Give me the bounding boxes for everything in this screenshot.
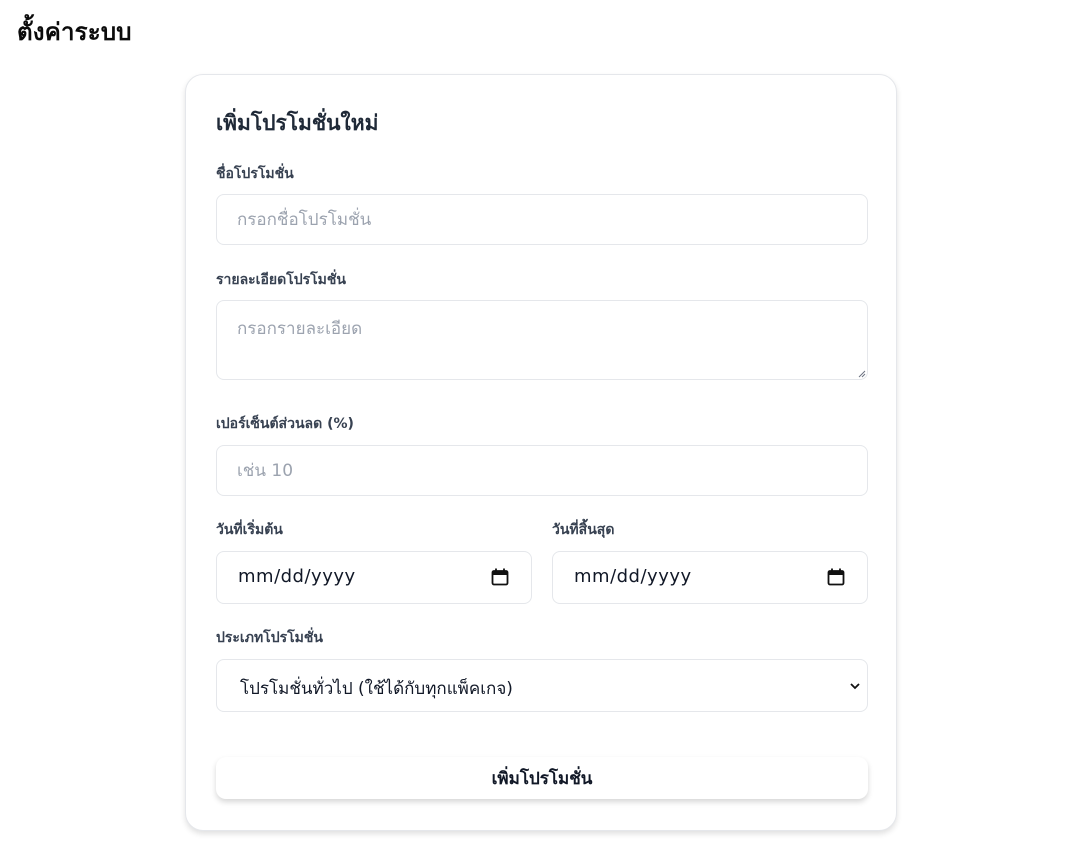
chevron-down-icon (850, 683, 860, 690)
promotion-type-select[interactable]: โปรโมชั่นทั่วไป (ใช้ได้กับทุกแพ็คเกจ) (216, 659, 868, 712)
resize-grip-icon[interactable] (858, 370, 866, 378)
discount-percent-label: เปอร์เซ็นต์ส่วนลด (%) (216, 416, 354, 432)
add-promotion-button[interactable]: เพิ่มโปรโมชั่น (216, 757, 868, 799)
add-promotion-card: เพิ่มโปรโมชั่นใหม่ ชื่อโปรโมชั่น รายละเอ… (185, 74, 897, 831)
end-date-input[interactable]: mm/dd/yyyy (552, 551, 868, 604)
end-date-label: วันที่สิ้นสุด (552, 522, 615, 538)
promotion-name-label: ชื่อโปรโมชั่น (216, 166, 294, 182)
start-date-input[interactable]: mm/dd/yyyy (216, 551, 532, 604)
promotion-type-selected: โปรโมชั่นทั่วไป (ใช้ได้กับทุกแพ็คเกจ) (240, 679, 513, 699)
page-title: ตั้งค่าระบบ (17, 18, 132, 46)
start-date-value: mm/dd/yyyy (238, 566, 356, 587)
end-date-value: mm/dd/yyyy (574, 566, 692, 587)
calendar-icon[interactable] (827, 568, 845, 586)
start-date-label: วันที่เริ่มต้น (216, 522, 283, 538)
calendar-icon[interactable] (491, 568, 509, 586)
promotion-description-textarea[interactable] (216, 300, 868, 380)
promotion-name-input[interactable] (216, 194, 868, 245)
promotion-description-wrapper (216, 300, 868, 380)
promotion-type-label: ประเภทโปรโมชั่น (216, 630, 323, 646)
promotion-description-label: รายละเอียดโปรโมชั่น (216, 272, 346, 288)
discount-percent-input[interactable] (216, 445, 868, 496)
card-title: เพิ่มโปรโมชั่นใหม่ (216, 111, 379, 135)
